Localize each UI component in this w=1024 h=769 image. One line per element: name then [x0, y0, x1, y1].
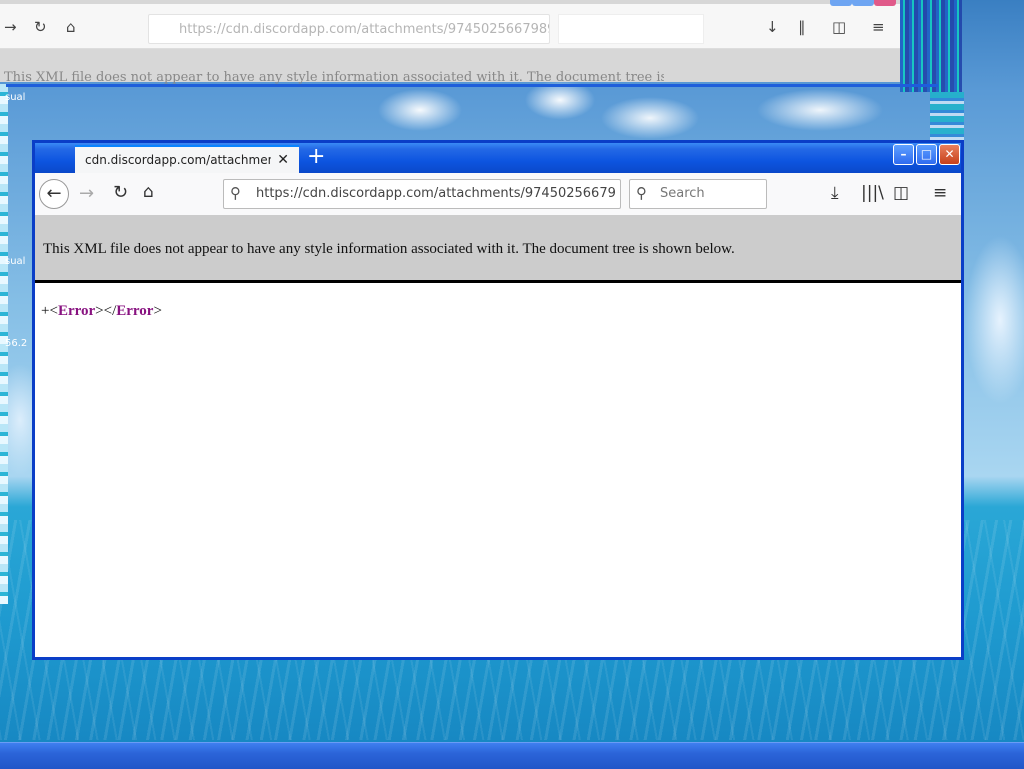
desktop-icon-label: sual — [5, 256, 26, 267]
reload-button[interactable]: ↻ — [113, 182, 128, 203]
xml-tag-name: Error — [57, 303, 96, 319]
minimize-button[interactable]: – — [893, 144, 914, 165]
library-icon[interactable]: |||\ — [861, 183, 884, 203]
background-menu-icon: ≡ — [872, 18, 885, 36]
background-message: This XML file does not appear to have an… — [4, 70, 664, 84]
forward-button[interactable]: → — [79, 183, 94, 204]
tab-close-icon[interactable]: ✕ — [277, 147, 289, 173]
background-sidebar-icon: ◫ — [832, 18, 847, 36]
xml-bracket: > — [153, 303, 162, 319]
background-window-control — [830, 0, 852, 6]
new-tab-button[interactable]: + — [307, 143, 325, 171]
background-library-icon: ∥ — [798, 18, 806, 36]
close-button[interactable]: ✕ — [939, 144, 960, 165]
page-content: This XML file does not appear to have an… — [35, 215, 961, 657]
xml-tree: +<Error></Error> — [41, 303, 162, 320]
desktop-icon-label: sual — [5, 92, 26, 103]
tab-title: cdn.discordapp.com/attachments/974502566… — [85, 153, 271, 167]
url-text[interactable]: https://cdn.discordapp.com/attachments/9… — [256, 186, 616, 201]
xml-info-message: This XML file does not appear to have an… — [43, 241, 735, 257]
sidebar-icon[interactable]: ◫ — [893, 183, 909, 203]
back-button[interactable]: ← — [39, 179, 69, 209]
menu-icon[interactable]: ≡ — [933, 183, 947, 203]
home-button[interactable]: ⌂ — [143, 182, 154, 202]
xml-info-banner: This XML file does not appear to have an… — [35, 215, 961, 283]
glitch-artifact — [900, 0, 962, 92]
url-bar[interactable]: ⚲ https://cdn.discordapp.com/attachments… — [223, 179, 621, 209]
background-browser-window: → ↻ ⌂ https://cdn.discordapp.com/attachm… — [0, 0, 900, 84]
browser-window: cdn.discordapp.com/attachments/974502566… — [32, 140, 964, 660]
search-input[interactable]: ⚲ Search — [629, 179, 767, 209]
background-window-control — [874, 0, 896, 6]
navigation-toolbar: ← → ↻ ⌂ ⚲ https://cdn.discordapp.com/att… — [35, 173, 961, 216]
xml-bracket: ></ — [95, 303, 117, 319]
background-url-text: https://cdn.discordapp.com/attachments/9… — [179, 22, 550, 37]
search-placeholder: Search — [660, 186, 705, 201]
taskbar[interactable] — [0, 742, 1024, 769]
background-forward-icon: → — [4, 18, 17, 36]
download-icon[interactable]: ⤓ — [831, 183, 839, 203]
background-toolbar: → ↻ ⌂ https://cdn.discordapp.com/attachm… — [0, 4, 900, 49]
xml-tag-name: Error — [116, 303, 154, 319]
background-reload-icon: ↻ — [34, 18, 47, 36]
background-window-border — [6, 84, 938, 87]
search-icon: ⚲ — [230, 184, 241, 202]
tab-active[interactable]: cdn.discordapp.com/attachments/974502566… — [75, 145, 299, 173]
background-window-control — [852, 0, 874, 6]
background-url-bar: https://cdn.discordapp.com/attachments/9… — [148, 14, 550, 44]
background-download-icon: ↓ — [766, 18, 779, 36]
xml-bracket: < — [49, 303, 58, 319]
title-bar[interactable]: cdn.discordapp.com/attachments/974502566… — [35, 143, 961, 173]
background-search-box — [558, 14, 704, 44]
background-home-icon: ⌂ — [66, 18, 76, 36]
maximize-button[interactable]: □ — [916, 144, 937, 165]
search-icon: ⚲ — [636, 184, 647, 202]
desktop-icon-label: 56.2 — [5, 338, 28, 349]
